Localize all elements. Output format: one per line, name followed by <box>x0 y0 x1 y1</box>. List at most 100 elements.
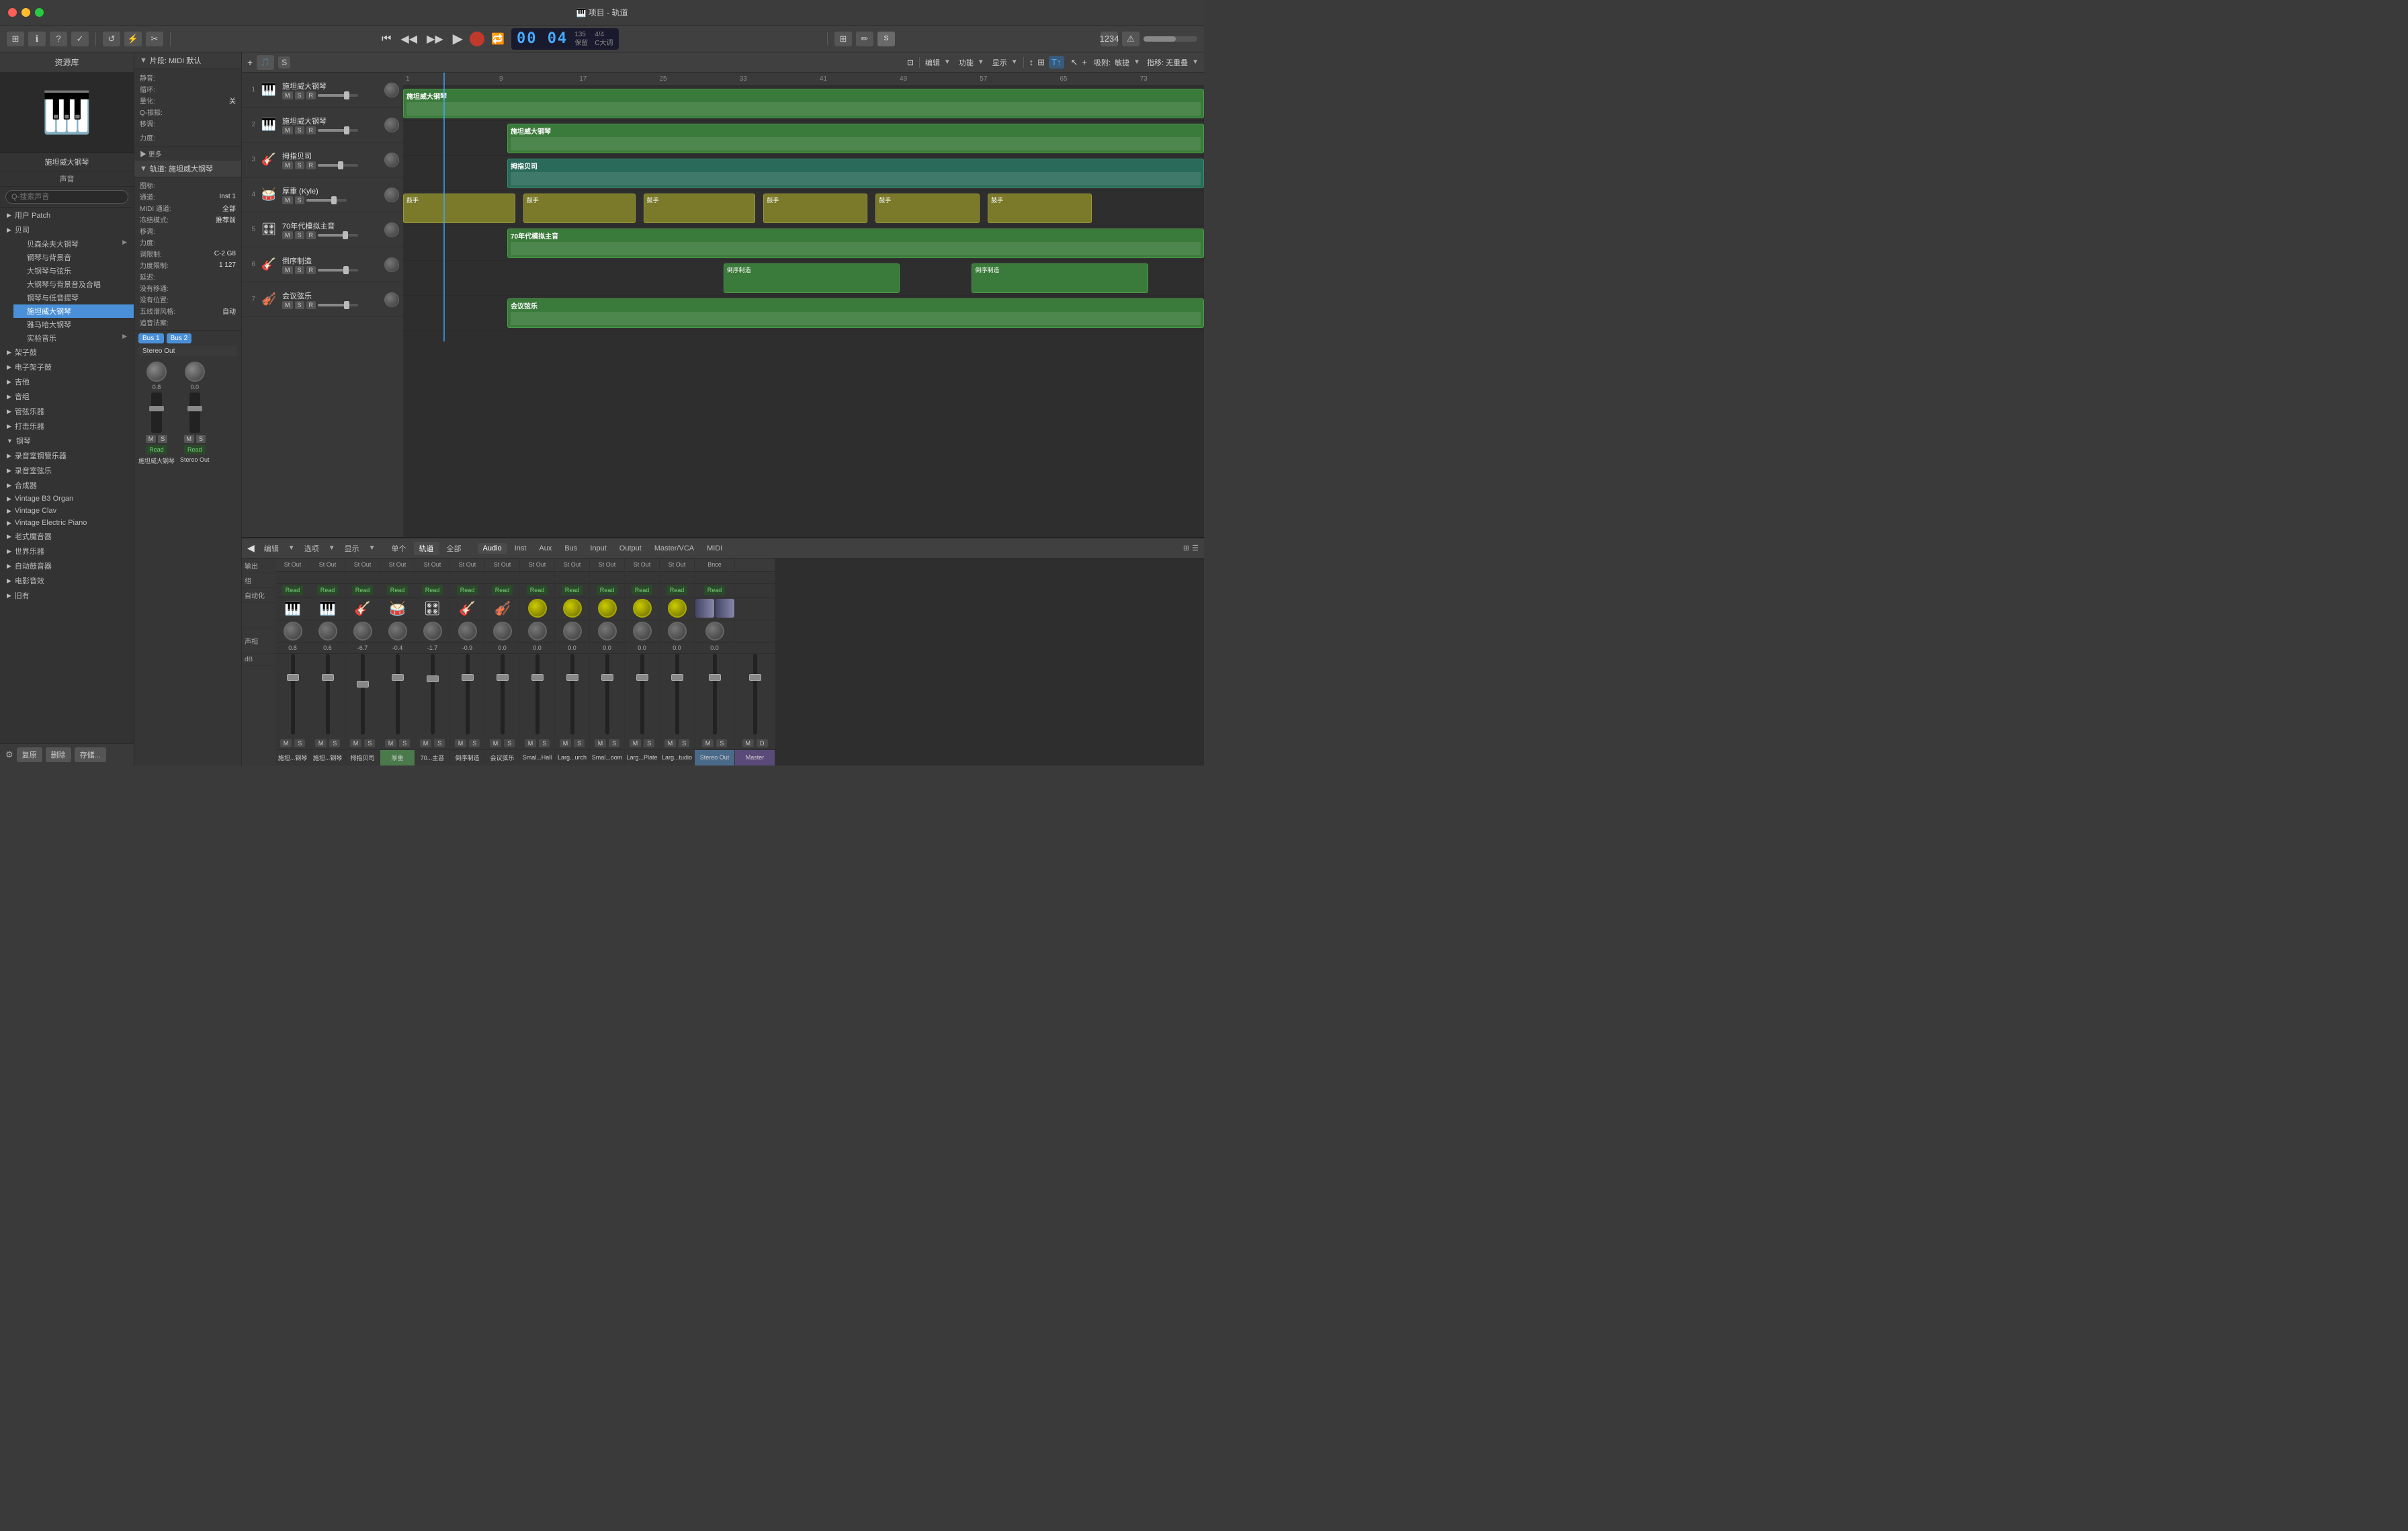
track-solo-3[interactable]: S <box>295 161 304 169</box>
track-rec-7[interactable]: R <box>306 301 316 309</box>
ch1-mute[interactable]: M <box>280 739 292 747</box>
bus-auto-btn-2[interactable]: Read <box>184 445 206 454</box>
track-mute-7[interactable]: M <box>282 301 293 309</box>
restore-button[interactable]: 复原 <box>17 747 42 762</box>
clip-6-2[interactable]: 倒序制造 <box>972 263 1148 293</box>
mixer-view-single[interactable]: 单个 <box>386 542 412 555</box>
track-vol-knob-2[interactable] <box>384 118 399 132</box>
cut-btn[interactable]: ✂ <box>146 32 163 46</box>
ch4-pan-knob[interactable] <box>388 622 407 640</box>
bus-m-btn-2[interactable]: M <box>184 435 195 443</box>
library-item-edrums[interactable]: ▶电子架子鼓 <box>0 360 134 374</box>
ch7-pan-knob[interactable] <box>493 622 512 640</box>
track-rec-2[interactable]: R <box>306 126 316 134</box>
go-forward-btn[interactable]: ▶▶ <box>424 31 446 47</box>
ch-master-fader[interactable] <box>753 654 757 735</box>
track-solo-2[interactable]: S <box>295 126 304 134</box>
ch10-solo[interactable]: S <box>609 739 619 747</box>
track-solo-6[interactable]: S <box>295 266 304 274</box>
track-mute-1[interactable]: M <box>282 91 293 99</box>
bus-m-btn-1[interactable]: M <box>146 435 157 443</box>
gear-icon[interactable]: ⚙ <box>5 749 13 760</box>
track-mute-4[interactable]: M <box>282 196 293 204</box>
library-sub-item-steinway[interactable]: 施坦威大钢琴 <box>13 304 134 318</box>
ch11-pan-knob[interactable] <box>633 622 652 640</box>
ch6-mute[interactable]: M <box>455 739 467 747</box>
minimize-button[interactable] <box>22 8 30 17</box>
mixer-tab-edit[interactable]: 编辑 <box>259 542 284 555</box>
library-search-input[interactable] <box>5 190 128 204</box>
ch4-fader[interactable] <box>396 654 400 735</box>
clip-4-5[interactable]: 鼓手 <box>875 194 980 223</box>
ch10-mute[interactable]: M <box>595 739 607 747</box>
clip-4-6[interactable]: 鼓手 <box>988 194 1092 223</box>
midi-icon-btn[interactable]: 🎵 <box>257 55 274 70</box>
mixer-section-aux[interactable]: Aux <box>533 543 557 554</box>
library-item-old[interactable]: ▶老式魔音器 <box>0 529 134 544</box>
mixer-section-inst[interactable]: Inst <box>509 543 532 554</box>
ch10-read-btn[interactable]: Read <box>597 585 618 595</box>
ch1-pan-knob[interactable] <box>284 622 302 640</box>
track-vol-knob-7[interactable] <box>384 292 399 307</box>
bus-fader-1-track[interactable] <box>151 392 162 433</box>
ch8-solo[interactable]: S <box>539 739 550 747</box>
ch11-solo[interactable]: S <box>644 739 654 747</box>
warn-btn[interactable]: ⚠ <box>1122 32 1140 46</box>
ch-stereo-mute[interactable]: M <box>702 739 714 747</box>
function-dropdown[interactable]: ▼ <box>978 58 984 66</box>
track-solo-5[interactable]: S <box>295 231 304 239</box>
ch-stereo-solo[interactable]: S <box>716 739 727 747</box>
ch2-pan-knob[interactable] <box>318 622 337 640</box>
delete-button[interactable]: 删除 <box>46 747 71 762</box>
ch11-read-btn[interactable]: Read <box>632 585 653 595</box>
track-fader-1[interactable] <box>318 94 358 97</box>
ch10-pan-knob[interactable] <box>598 622 617 640</box>
info-btn[interactable]: ℹ <box>28 32 46 46</box>
mixer-tab-options[interactable]: 选项 <box>299 542 325 555</box>
track-fader-4[interactable] <box>306 199 347 202</box>
ch9-fader[interactable] <box>570 654 574 735</box>
mixer-view-all[interactable]: 全部 <box>441 542 467 555</box>
ch4-mute[interactable]: M <box>385 739 397 747</box>
options-dd[interactable]: ▼ <box>329 544 335 552</box>
mixer-collapse-btn[interactable]: ◀ <box>247 542 255 554</box>
track-solo-7[interactable]: S <box>295 301 304 309</box>
library-sub-item-7[interactable]: 雅马哈大钢琴 <box>13 318 134 331</box>
ch3-solo[interactable]: S <box>364 739 375 747</box>
track-solo-1[interactable]: S <box>295 91 304 99</box>
display-dropdown[interactable]: ▼ <box>1011 58 1018 66</box>
add-track-btn[interactable]: + <box>247 57 253 68</box>
pen-btn[interactable]: ✏ <box>856 32 873 46</box>
track-rec-5[interactable]: R <box>306 231 316 239</box>
mixer-section-bus[interactable]: Bus <box>559 543 583 554</box>
ch5-read-btn[interactable]: Read <box>422 585 443 595</box>
mixer-section-output[interactable]: Output <box>614 543 647 554</box>
track-fader-3[interactable] <box>318 164 358 167</box>
sync-btn[interactable]: ↺ <box>103 32 120 46</box>
ch7-mute[interactable]: M <box>490 739 502 747</box>
ch-stereo-fader[interactable] <box>713 654 717 735</box>
ch-stereo-read-btn[interactable]: Read <box>704 585 726 595</box>
ch2-mute[interactable]: M <box>315 739 327 747</box>
ch11-mute[interactable]: M <box>630 739 642 747</box>
snap-btn[interactable]: ⊞ <box>834 32 852 46</box>
ch4-read-btn[interactable]: Read <box>387 585 408 595</box>
ch3-mute[interactable]: M <box>350 739 362 747</box>
ch2-fader[interactable] <box>326 654 330 735</box>
ch12-mute[interactable]: M <box>664 739 677 747</box>
ch1-fader[interactable] <box>291 654 295 735</box>
more-btn[interactable]: ▶ 更多 <box>134 147 241 161</box>
track-fader-2[interactable] <box>318 129 358 132</box>
mixer-list-icon[interactable]: ☰ <box>1192 544 1199 552</box>
help-btn[interactable]: ? <box>50 32 67 46</box>
ch3-pan-knob[interactable] <box>353 622 372 640</box>
pointer-tool[interactable]: ↖ <box>1071 57 1078 68</box>
library-sub-item-3[interactable]: 大钢琴与弦乐 <box>13 264 134 278</box>
zoom-tool[interactable]: + <box>1082 57 1087 67</box>
ch5-solo[interactable]: S <box>434 739 445 747</box>
bus-auto-btn-1[interactable]: Read <box>146 445 167 454</box>
bus-knob-1[interactable] <box>146 362 167 382</box>
ch10-fader[interactable] <box>605 654 609 735</box>
library-sub-item-1[interactable]: 贝森朵夫大钢琴▶ <box>13 237 134 251</box>
track-rec-1[interactable]: R <box>306 91 316 99</box>
